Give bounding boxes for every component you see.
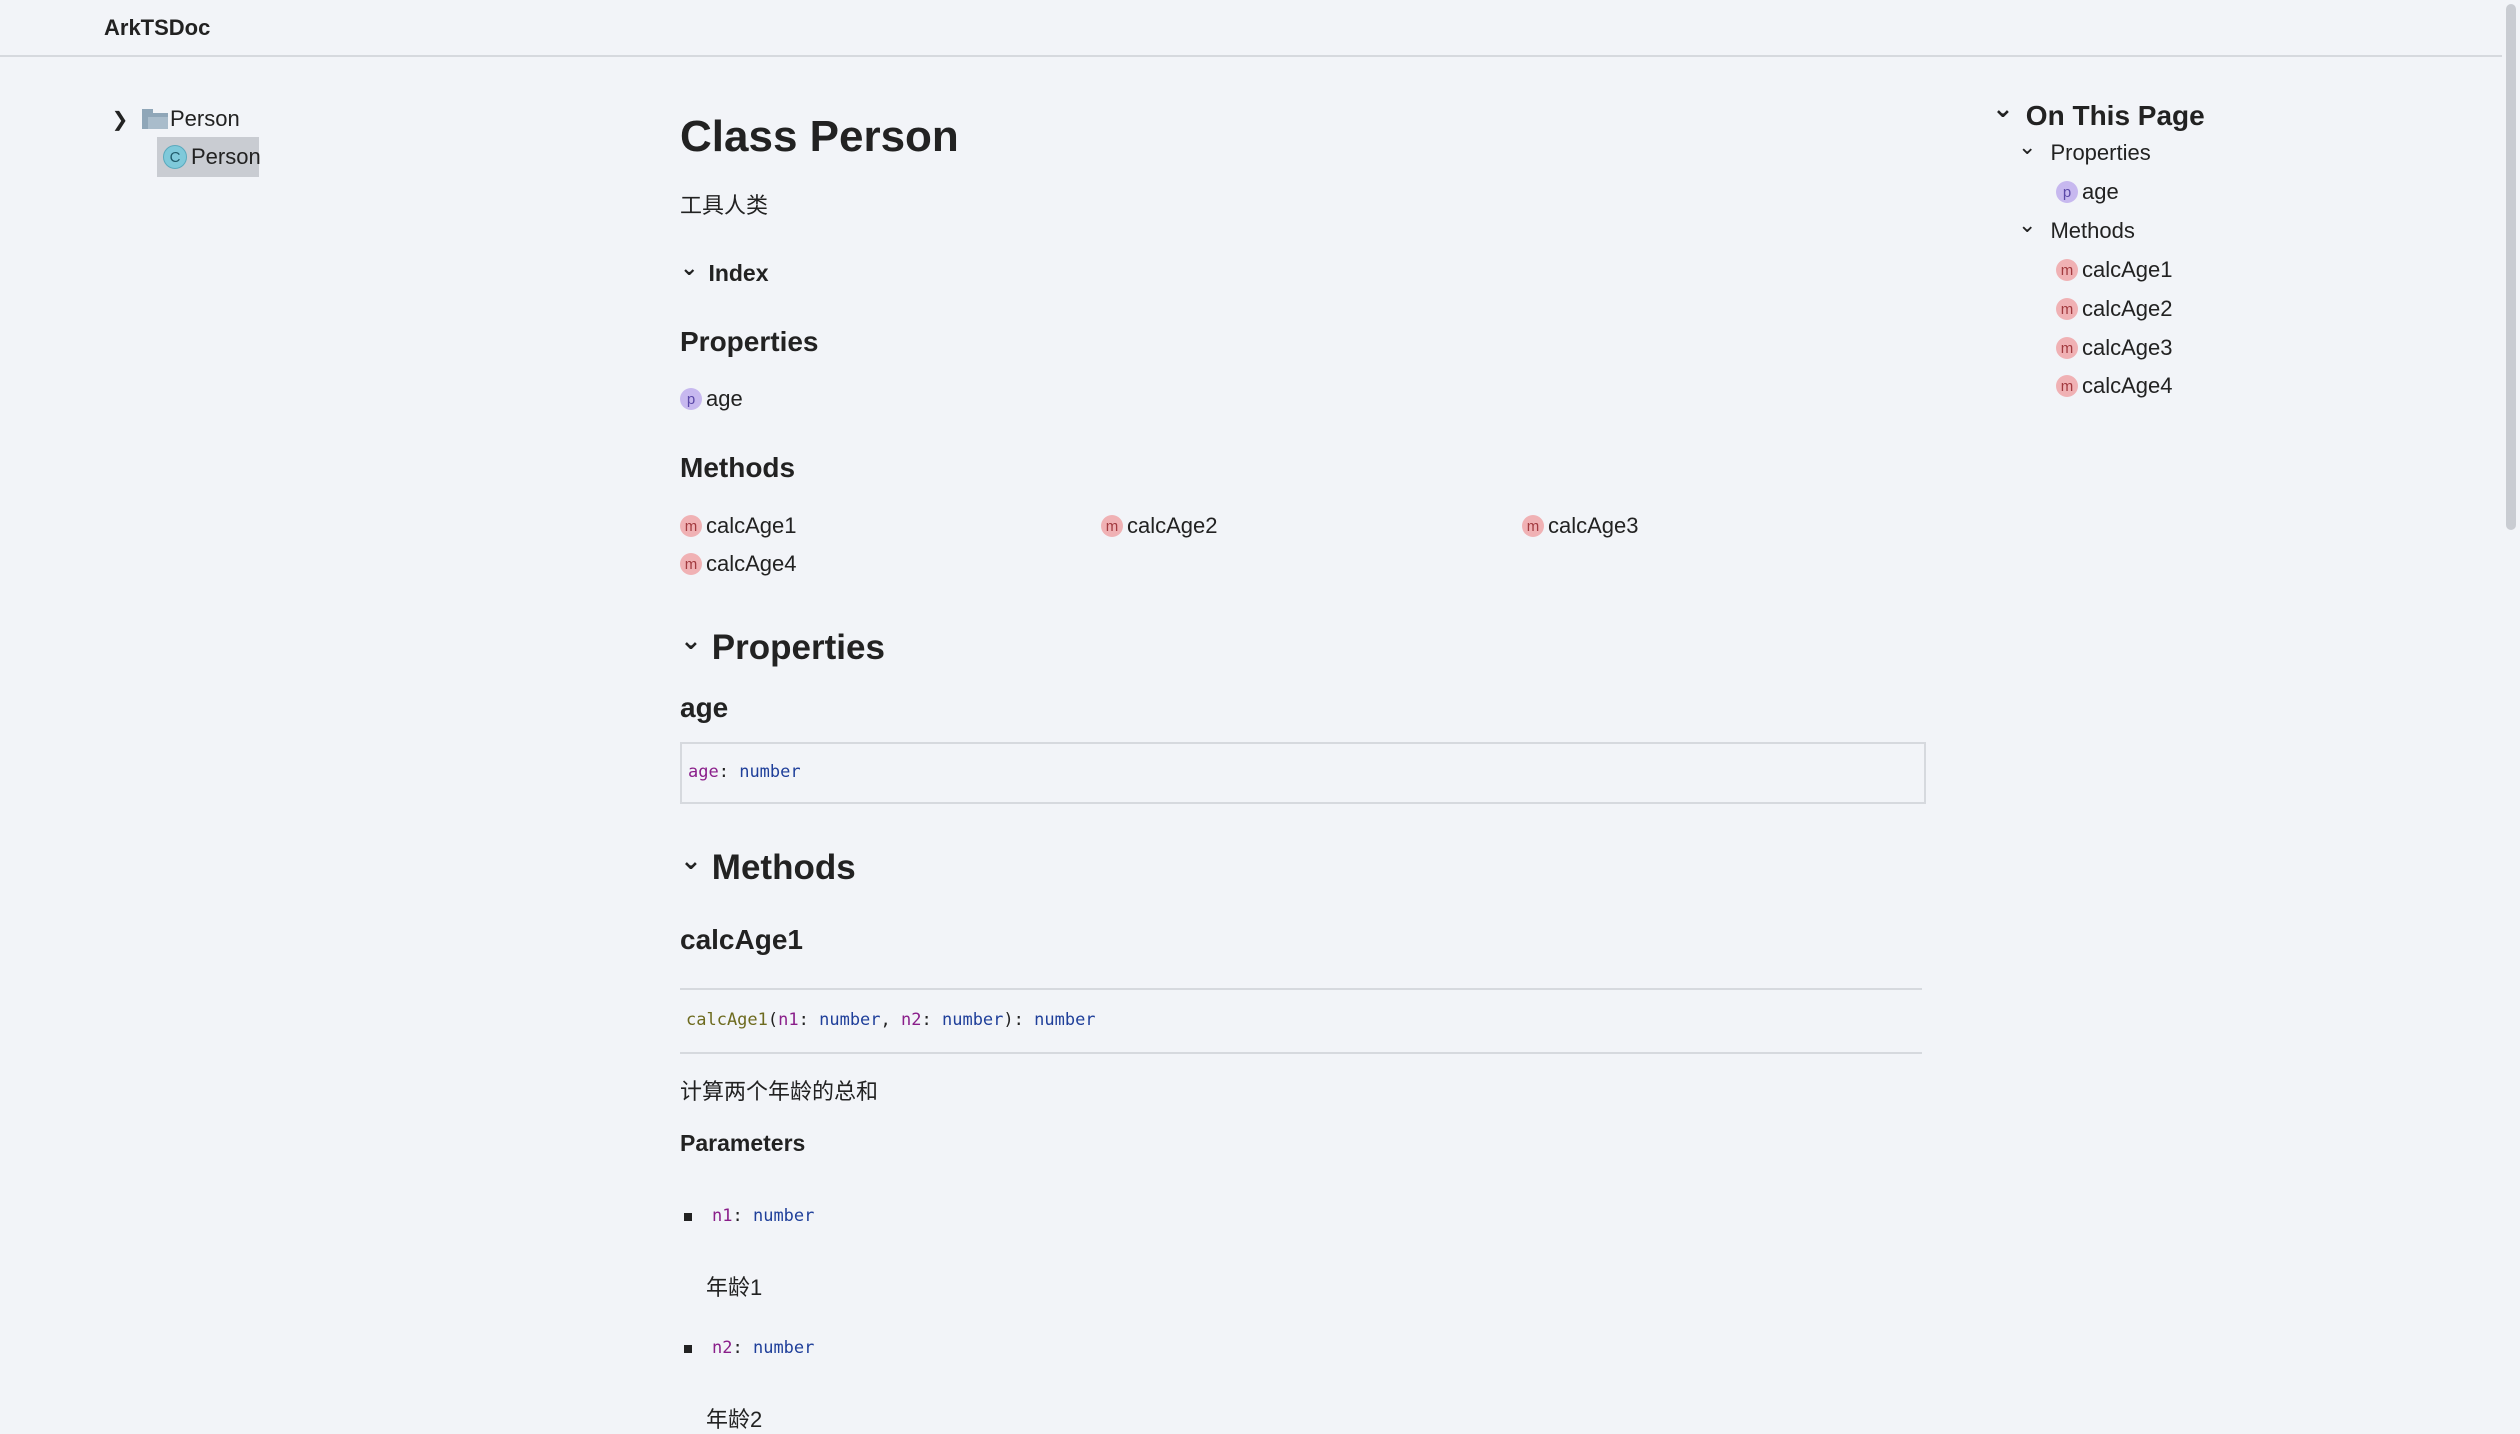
signature-close: ):: [1003, 1010, 1035, 1030]
tree-class-label: Person: [191, 144, 261, 169]
toc-properties-toggle[interactable]: ⌄ Properties: [2018, 134, 2151, 166]
property-icon: p: [680, 388, 702, 410]
method-icon: m: [680, 515, 702, 537]
property-signature: age: number: [680, 742, 1926, 804]
index-heading: Index: [708, 260, 769, 286]
param-name: n1: [712, 1206, 733, 1226]
method-icon: m: [1522, 515, 1544, 537]
signature-type2[interactable]: number: [942, 1010, 1003, 1030]
class-description: 工具人类: [680, 193, 769, 218]
scrollbar-thumb[interactable]: [2506, 4, 2516, 530]
index-method-calcage4[interactable]: m calcAge4: [680, 551, 797, 577]
index-method-label: calcAge2: [1127, 513, 1218, 538]
page-title: Class Person: [680, 112, 959, 161]
index-method-calcage1[interactable]: m calcAge1: [680, 513, 797, 539]
properties-section-heading: Properties: [711, 628, 885, 667]
toc-toggle[interactable]: ⌄ On This Page: [1992, 93, 2205, 132]
signature-comma: ,: [880, 1010, 902, 1030]
method-description: 计算两个年龄的总和: [680, 1079, 879, 1104]
chevron-down-icon: ⌄: [680, 254, 699, 280]
signature-param1: n1: [778, 1010, 799, 1030]
property-name: age: [680, 692, 729, 723]
param-sep: :: [732, 1206, 753, 1226]
property-icon: p: [2056, 181, 2078, 203]
param-name: n2: [712, 1338, 733, 1358]
toc-item-label: calcAge3: [2082, 335, 2173, 360]
methods-section-heading: Methods: [711, 848, 856, 887]
scrollbar[interactable]: [2502, 0, 2520, 1427]
chevron-down-icon: ⌄: [2018, 134, 2037, 159]
index-method-label: calcAge3: [1548, 513, 1639, 538]
signature-open: (: [767, 1010, 779, 1030]
index-property-age[interactable]: p age: [680, 386, 743, 412]
index-method-calcage3[interactable]: m calcAge3: [1522, 513, 1639, 539]
param-description: 年龄1: [706, 1275, 763, 1300]
method-icon: m: [680, 553, 702, 575]
method-icon: m: [2056, 337, 2078, 359]
chevron-down-icon: ⌄: [680, 624, 702, 655]
toc-item-calcage3[interactable]: m calcAge3: [2056, 335, 2173, 361]
toc-item-age[interactable]: p age: [2056, 179, 2119, 205]
toc-properties-label: Properties: [2050, 140, 2151, 165]
top-bar: ArkTSDoc: [0, 0, 2520, 57]
list-bullet: [684, 1213, 692, 1221]
signature-type[interactable]: number: [739, 762, 800, 782]
chevron-down-icon: ⌄: [2018, 212, 2037, 237]
toc-methods-toggle[interactable]: ⌄ Methods: [2018, 212, 2135, 244]
methods-section-toggle[interactable]: ⌄ Methods: [680, 844, 856, 888]
signature-name: age: [688, 762, 719, 782]
param-description: 年龄2: [706, 1407, 763, 1432]
method-icon: m: [2056, 298, 2078, 320]
signature-colon: :: [921, 1010, 942, 1030]
toc-title: On This Page: [2025, 100, 2205, 131]
method-signature: calcAge1(n1: number, n2: number): number: [680, 988, 1922, 1054]
toc-methods-label: Methods: [2050, 218, 2135, 243]
chevron-right-icon[interactable]: ❯: [110, 107, 130, 132]
list-bullet: [684, 1345, 692, 1353]
toc-item-label: calcAge4: [2082, 373, 2173, 398]
tree-item-class[interactable]: C Person: [163, 144, 261, 170]
method-icon: m: [2056, 375, 2078, 397]
signature-param2: n2: [901, 1010, 922, 1030]
param-type[interactable]: number: [753, 1338, 814, 1358]
chevron-down-icon: ⌄: [680, 844, 702, 875]
tree-item-folder[interactable]: ❯ Person: [110, 106, 240, 132]
toc-item-label: calcAge1: [2082, 257, 2173, 282]
properties-section-toggle[interactable]: ⌄ Properties: [680, 624, 885, 668]
signature-type1[interactable]: number: [819, 1010, 880, 1030]
param-type[interactable]: number: [753, 1206, 814, 1226]
method-icon: m: [2056, 259, 2078, 281]
signature-colon: :: [798, 1010, 820, 1030]
param-signature: n1: number: [712, 1206, 814, 1226]
toc-item-calcage2[interactable]: m calcAge2: [2056, 296, 2173, 322]
index-method-calcage2[interactable]: m calcAge2: [1101, 513, 1218, 539]
folder-icon: [142, 109, 168, 129]
method-icon: m: [1101, 515, 1123, 537]
index-property-label: age: [706, 386, 743, 411]
toc-item-label: age: [2082, 179, 2119, 204]
class-icon: C: [163, 145, 187, 169]
index-method-label: calcAge4: [706, 551, 797, 576]
param-signature: n2: number: [712, 1338, 814, 1358]
signature-fn: calcAge1: [686, 1010, 768, 1030]
param-sep: :: [732, 1338, 753, 1358]
brand-link[interactable]: ArkTSDoc: [104, 15, 210, 41]
signature-return-type[interactable]: number: [1034, 1010, 1095, 1030]
index-methods-heading: Methods: [680, 452, 796, 483]
toc-item-calcage1[interactable]: m calcAge1: [2056, 257, 2173, 283]
index-properties-heading: Properties: [680, 326, 819, 357]
parameters-heading: Parameters: [680, 1130, 806, 1156]
tree-folder-label: Person: [170, 106, 240, 131]
index-toggle[interactable]: ⌄ Index: [680, 255, 769, 287]
method-name: calcAge1: [680, 924, 803, 955]
index-method-label: calcAge1: [706, 513, 797, 538]
toc-item-calcage4[interactable]: m calcAge4: [2056, 373, 2173, 399]
signature-sep: :: [718, 762, 740, 782]
toc-item-label: calcAge2: [2082, 296, 2173, 321]
chevron-down-icon: ⌄: [1992, 92, 2014, 123]
